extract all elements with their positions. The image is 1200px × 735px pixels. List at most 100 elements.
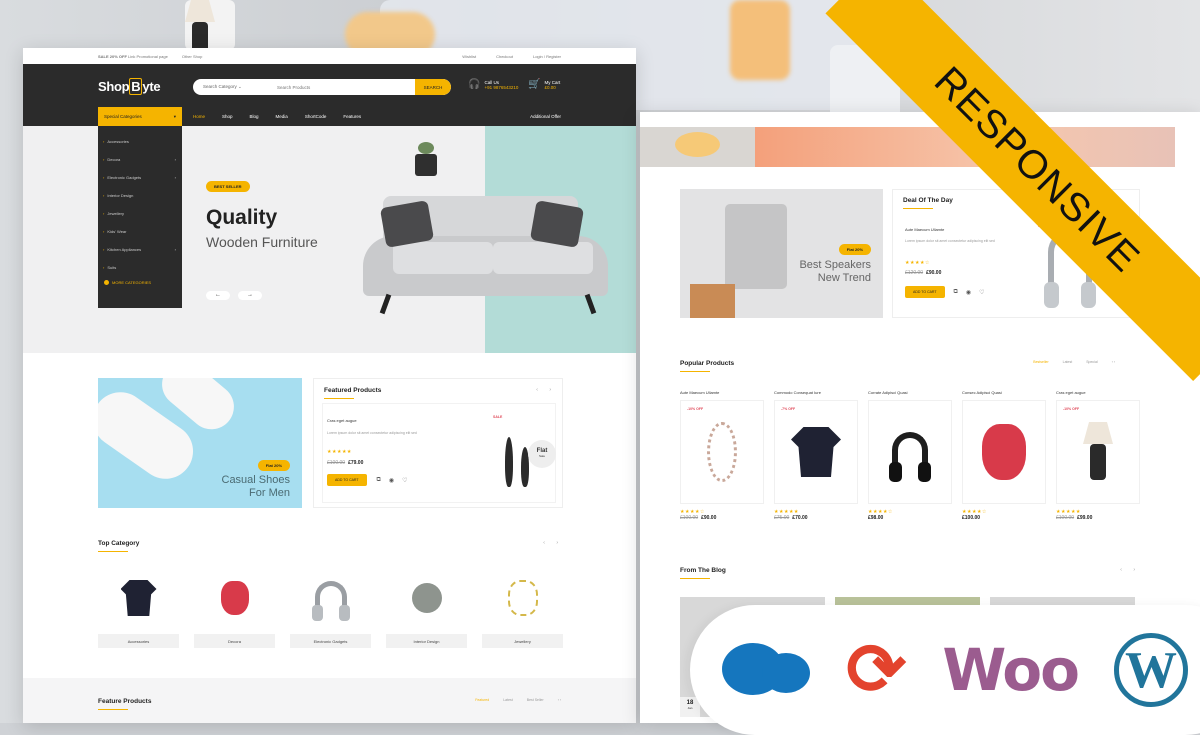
- category-tile[interactable]: Interior Design: [386, 568, 467, 648]
- quick-view-icon[interactable]: ◉: [966, 289, 971, 296]
- hero-subtitle: Wooden Furniture: [206, 234, 318, 250]
- sofa-image: [343, 196, 628, 316]
- old-price: £100.00: [1056, 515, 1075, 521]
- old-price: £75.00: [774, 515, 790, 521]
- product-name[interactable]: Cras eget augue: [1056, 390, 1140, 400]
- carousel-pager[interactable]: ‹ ›: [1120, 567, 1140, 573]
- search-button[interactable]: SEARCH: [415, 79, 451, 95]
- nav-media[interactable]: Media: [276, 114, 288, 119]
- search-bar: Search Category ⌄ SEARCH: [193, 79, 451, 95]
- product-name[interactable]: Aute Maecum Ullamte: [680, 390, 764, 400]
- carousel-pager[interactable]: ‹ ›: [1112, 360, 1115, 364]
- checkout-link[interactable]: Checkout: [496, 54, 513, 59]
- kettle-image: [411, 583, 442, 613]
- category-item[interactable]: Interior Design: [98, 186, 182, 204]
- tab-bestseller[interactable]: Bestseller: [1033, 360, 1048, 364]
- promo-sub[interactable]: Link Promotional page: [128, 54, 168, 59]
- pendant-image: [707, 422, 737, 482]
- logo-text: yte: [142, 79, 161, 94]
- shirt-image: [120, 580, 157, 616]
- special-categories-toggle[interactable]: Special Categories ▾: [98, 107, 182, 126]
- login-link[interactable]: Login / Register: [533, 54, 561, 59]
- category-tile[interactable]: Decora: [194, 568, 275, 648]
- plus-circle-icon: [104, 280, 109, 285]
- category-label: Interior Design: [103, 193, 133, 198]
- search-category-select[interactable]: Search Category ⌄: [193, 84, 273, 90]
- category-tile[interactable]: Accessories: [98, 568, 179, 648]
- earrings-image: [507, 580, 538, 616]
- nav-shortcode[interactable]: ShortCode: [305, 114, 327, 119]
- product-card[interactable]: Cras eget augue -10% OFF ★★★★★ £100.00 £9…: [1056, 390, 1140, 521]
- search-category-label: Search Category: [203, 84, 237, 89]
- category-item[interactable]: Accessories: [98, 132, 182, 150]
- category-item[interactable]: Suits: [98, 258, 182, 276]
- nav-features[interactable]: Features: [343, 114, 361, 119]
- tab-special[interactable]: Special: [1086, 360, 1097, 364]
- cart-label: My Cart: [544, 79, 561, 85]
- wishlist-icon[interactable]: ♡: [979, 289, 984, 296]
- product-card[interactable]: Aute Maecum Ullamte -10% OFF ★★★★☆ £100.…: [680, 390, 764, 521]
- main-nav: Special Categories ▾ Home Shop Blog Media…: [23, 107, 636, 126]
- hero-title: Quality: [206, 206, 278, 229]
- speakers-banner[interactable]: Flat 20% Best Speakers New Trend: [680, 189, 883, 318]
- product-card[interactable]: Consec Adipisci Quasi ★★★★☆ £100.00: [962, 390, 1046, 521]
- carousel-pager[interactable]: ‹ ›: [558, 698, 561, 702]
- wishlist-icon[interactable]: ♡: [402, 477, 407, 484]
- product-name[interactable]: Consec Adipisci Quasi: [962, 390, 1046, 400]
- wishlist-link[interactable]: Wishlist: [462, 54, 476, 59]
- tab-latest[interactable]: Latest: [503, 698, 513, 702]
- category-item[interactable]: Kitchen Appliances ›: [98, 240, 182, 258]
- tab-best-seller[interactable]: Best Seller: [527, 698, 544, 702]
- rating-stars: ★★★★★: [327, 449, 352, 455]
- tab-latest[interactable]: Latest: [1063, 360, 1073, 364]
- search-input[interactable]: [273, 79, 415, 95]
- rating-stars: ★★★★☆: [905, 260, 930, 266]
- category-item[interactable]: Jewellery: [98, 204, 182, 222]
- nav-home[interactable]: Home: [193, 114, 205, 119]
- category-tile[interactable]: Electronic Gadgets: [290, 568, 371, 648]
- featured-products: Featured Products ‹ › Cras eget augue Lo…: [313, 378, 563, 508]
- category-item[interactable]: Decora ›: [98, 150, 182, 168]
- best-seller-badge: BEST SELLER: [206, 181, 250, 192]
- logo[interactable]: Shop Byte: [98, 78, 161, 95]
- product-name[interactable]: Commodo Consequat Iure: [774, 390, 858, 400]
- product-name[interactable]: Cras eget augue: [327, 418, 357, 423]
- category-item[interactable]: Kids' Wear: [98, 222, 182, 240]
- category-tile[interactable]: Jewellery: [482, 568, 563, 648]
- old-price: £100.00: [327, 460, 346, 466]
- product-name[interactable]: Aute Maecum Ullamte: [905, 227, 944, 232]
- shoes-banner[interactable]: Flat 20% Casual Shoes For Men: [98, 378, 302, 508]
- category-item[interactable]: Electronic Gadgets ›: [98, 168, 182, 186]
- chevron-right-icon: ›: [174, 246, 176, 252]
- carousel-pager[interactable]: ‹ ›: [536, 387, 556, 393]
- call-us[interactable]: 🎧 Call Us +91 9876543210: [468, 79, 518, 90]
- product-card[interactable]: Commodo Consequat Iure -7% OFF ★★★★★ £75…: [774, 390, 858, 521]
- chevron-down-icon: ▾: [173, 113, 176, 119]
- product-card[interactable]: Corrate Adipisci Quasi ★★★★☆ £98.00: [868, 390, 952, 521]
- compare-icon[interactable]: ⧉: [954, 289, 958, 296]
- logo-bag-icon: B: [129, 78, 143, 95]
- carousel-pager[interactable]: ‹ ›: [543, 540, 563, 546]
- cart-icon: 🛒: [528, 79, 541, 90]
- slider-next-button[interactable]: →: [238, 291, 262, 300]
- slider-prev-button[interactable]: ←: [206, 291, 230, 300]
- nav-shop[interactable]: Shop: [222, 114, 233, 119]
- headset-icon: 🎧: [468, 79, 481, 90]
- store-link[interactable]: Other Shop: [182, 54, 202, 59]
- section-title: Feature Products: [98, 698, 152, 710]
- shirt-image: [791, 427, 841, 477]
- nav-blog[interactable]: Blog: [250, 114, 259, 119]
- add-to-cart-button[interactable]: ADD TO CART: [905, 286, 945, 298]
- quick-view-icon[interactable]: ◉: [389, 477, 394, 484]
- section-title: Featured Products: [324, 387, 382, 399]
- add-to-cart-button[interactable]: ADD TO CART: [327, 474, 367, 486]
- banner-subtitle: New Trend: [817, 272, 871, 284]
- my-cart[interactable]: 🛒 My Cart £0.00: [528, 79, 560, 90]
- category-label: Kitchen Appliances: [103, 247, 141, 252]
- additional-offer-link[interactable]: Additional Offer: [530, 114, 561, 119]
- product-name[interactable]: Corrate Adipisci Quasi: [868, 390, 952, 400]
- category-label: Electronic Gadgets: [103, 175, 141, 180]
- tab-featured[interactable]: Featured: [475, 698, 489, 702]
- more-categories-link[interactable]: MORE CATEGORIES: [98, 280, 182, 285]
- compare-icon[interactable]: ⧉: [377, 477, 381, 484]
